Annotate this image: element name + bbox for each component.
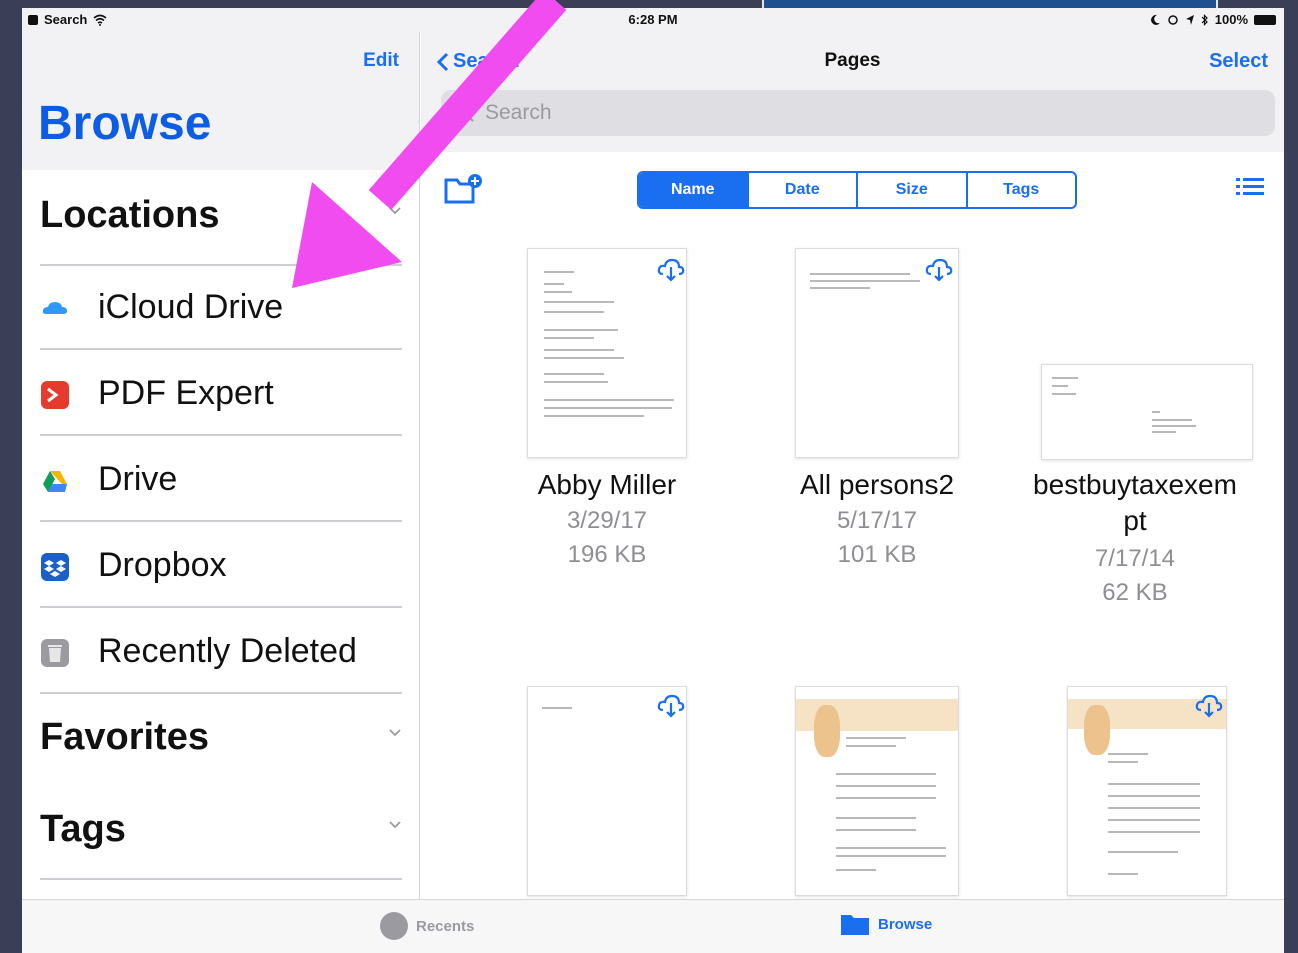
dropbox-icon <box>41 553 69 581</box>
battery-icon <box>1254 14 1276 25</box>
cloud-download-icon[interactable] <box>1194 691 1224 721</box>
file-date: 7/17/14 <box>1094 545 1176 572</box>
locations-section-header[interactable]: Locations <box>40 188 402 248</box>
sidebar-item-label: Dropbox <box>98 546 227 584</box>
sidebar-item-pdf-expert[interactable]: PDF Expert <box>40 352 402 436</box>
file-name-continued: pt <box>1123 505 1147 536</box>
file-item[interactable] <box>1005 686 1265 896</box>
google-drive-icon <box>43 471 67 492</box>
sort-tags-tab[interactable]: Tags <box>968 173 1076 207</box>
sidebar-header: Edit Browse <box>22 32 419 170</box>
sidebar-item-dropbox[interactable]: Dropbox <box>40 524 402 608</box>
file-item[interactable] <box>477 686 737 896</box>
divider <box>40 878 402 880</box>
file-thumbnail[interactable] <box>1041 364 1253 460</box>
locations-title: Locations <box>40 194 220 236</box>
moon-icon <box>1150 14 1160 25</box>
chevron-down-icon[interactable] <box>388 204 402 218</box>
status-time: 6:28 PM <box>628 12 678 27</box>
edit-button[interactable]: Edit <box>363 50 399 72</box>
cloud-download-icon[interactable] <box>656 255 686 285</box>
favorites-section-header[interactable]: Favorites <box>40 710 402 770</box>
list-view-icon[interactable] <box>1236 176 1264 198</box>
bluetooth-icon <box>1201 13 1208 26</box>
main-content: Search Pages Select Name Date Size Tags <box>421 32 1284 899</box>
file-date: 3/29/17 <box>566 507 648 534</box>
trash-icon <box>41 639 69 667</box>
file-item[interactable] <box>747 686 1007 896</box>
file-name: bestbuytaxexem <box>1033 469 1237 500</box>
file-thumbnail[interactable] <box>795 248 959 458</box>
file-item[interactable]: All persons2 5/17/17 101 KB <box>747 242 1007 582</box>
file-date: 5/17/17 <box>836 507 918 534</box>
status-bar: Search 6:28 PM 100% <box>22 8 1284 32</box>
tags-title: Tags <box>40 808 126 850</box>
battery-percent: 100% <box>1214 12 1248 27</box>
file-name: All persons2 <box>799 469 955 500</box>
cloud-download-icon[interactable] <box>656 691 686 721</box>
search-field[interactable] <box>441 90 1275 136</box>
location-icon <box>1185 14 1194 25</box>
cloud-download-icon[interactable] <box>924 255 954 285</box>
file-name: Abby Miller <box>537 469 677 500</box>
pdf-expert-icon <box>41 381 69 409</box>
file-item[interactable]: bestbuytaxexem pt 7/17/14 62 KB <box>1005 242 1265 622</box>
tab-browse[interactable]: Browse <box>840 912 932 936</box>
file-size: 101 KB <box>837 541 917 568</box>
select-button[interactable]: Select <box>1209 50 1268 73</box>
sort-size-tab[interactable]: Size <box>858 173 968 207</box>
sidebar: Edit Browse Locations iCloud Drive PDF E… <box>22 32 420 899</box>
browse-title: Browse <box>38 97 212 150</box>
sidebar-item-icloud-drive[interactable]: iCloud Drive <box>40 266 402 350</box>
ipad-screen: Search 6:28 PM 100% Edit Browse Location… <box>22 8 1284 953</box>
sort-segmented-control: Name Date Size Tags <box>637 171 1077 209</box>
folder-icon <box>841 915 869 935</box>
tab-recents[interactable]: Recents <box>380 912 474 940</box>
file-thumbnail[interactable] <box>795 686 959 896</box>
clock-icon <box>380 912 408 940</box>
sidebar-item-label: Recently Deleted <box>98 632 357 670</box>
favorites-title: Favorites <box>40 716 209 758</box>
sort-name-tab[interactable]: Name <box>639 173 749 207</box>
sidebar-item-label: iCloud Drive <box>98 288 284 326</box>
tags-section-header[interactable]: Tags <box>40 802 402 862</box>
page-title: Pages <box>824 50 881 71</box>
sidebar-item-label: Drive <box>98 460 178 498</box>
new-folder-icon[interactable] <box>443 172 483 206</box>
file-size: 196 KB <box>567 541 647 568</box>
nav-bar: Search Pages Select <box>421 32 1284 152</box>
search-icon <box>456 104 474 122</box>
icloud-icon <box>42 302 67 314</box>
orientation-lock-icon <box>1168 14 1178 25</box>
sidebar-item-drive[interactable]: Drive <box>40 438 402 522</box>
sidebar-item-label: PDF Expert <box>98 374 274 412</box>
sidebar-item-recently-deleted[interactable]: Recently Deleted <box>40 610 402 694</box>
file-item[interactable]: Abby Miller 3/29/17 196 KB <box>477 242 737 582</box>
file-thumbnail[interactable] <box>1067 686 1227 896</box>
status-right: 100% <box>1149 12 1276 27</box>
tab-recents-label: Recents <box>416 917 475 935</box>
chevron-down-icon[interactable] <box>388 818 402 832</box>
search-input[interactable] <box>485 98 1245 128</box>
sort-date-tab[interactable]: Date <box>749 173 858 207</box>
tab-bar: Recents Browse <box>22 899 1284 953</box>
chevron-down-icon[interactable] <box>388 726 402 740</box>
tab-browse-label: Browse <box>878 915 933 933</box>
file-thumbnail[interactable] <box>527 686 687 896</box>
file-size: 62 KB <box>1102 579 1168 606</box>
file-thumbnail[interactable] <box>527 248 687 458</box>
